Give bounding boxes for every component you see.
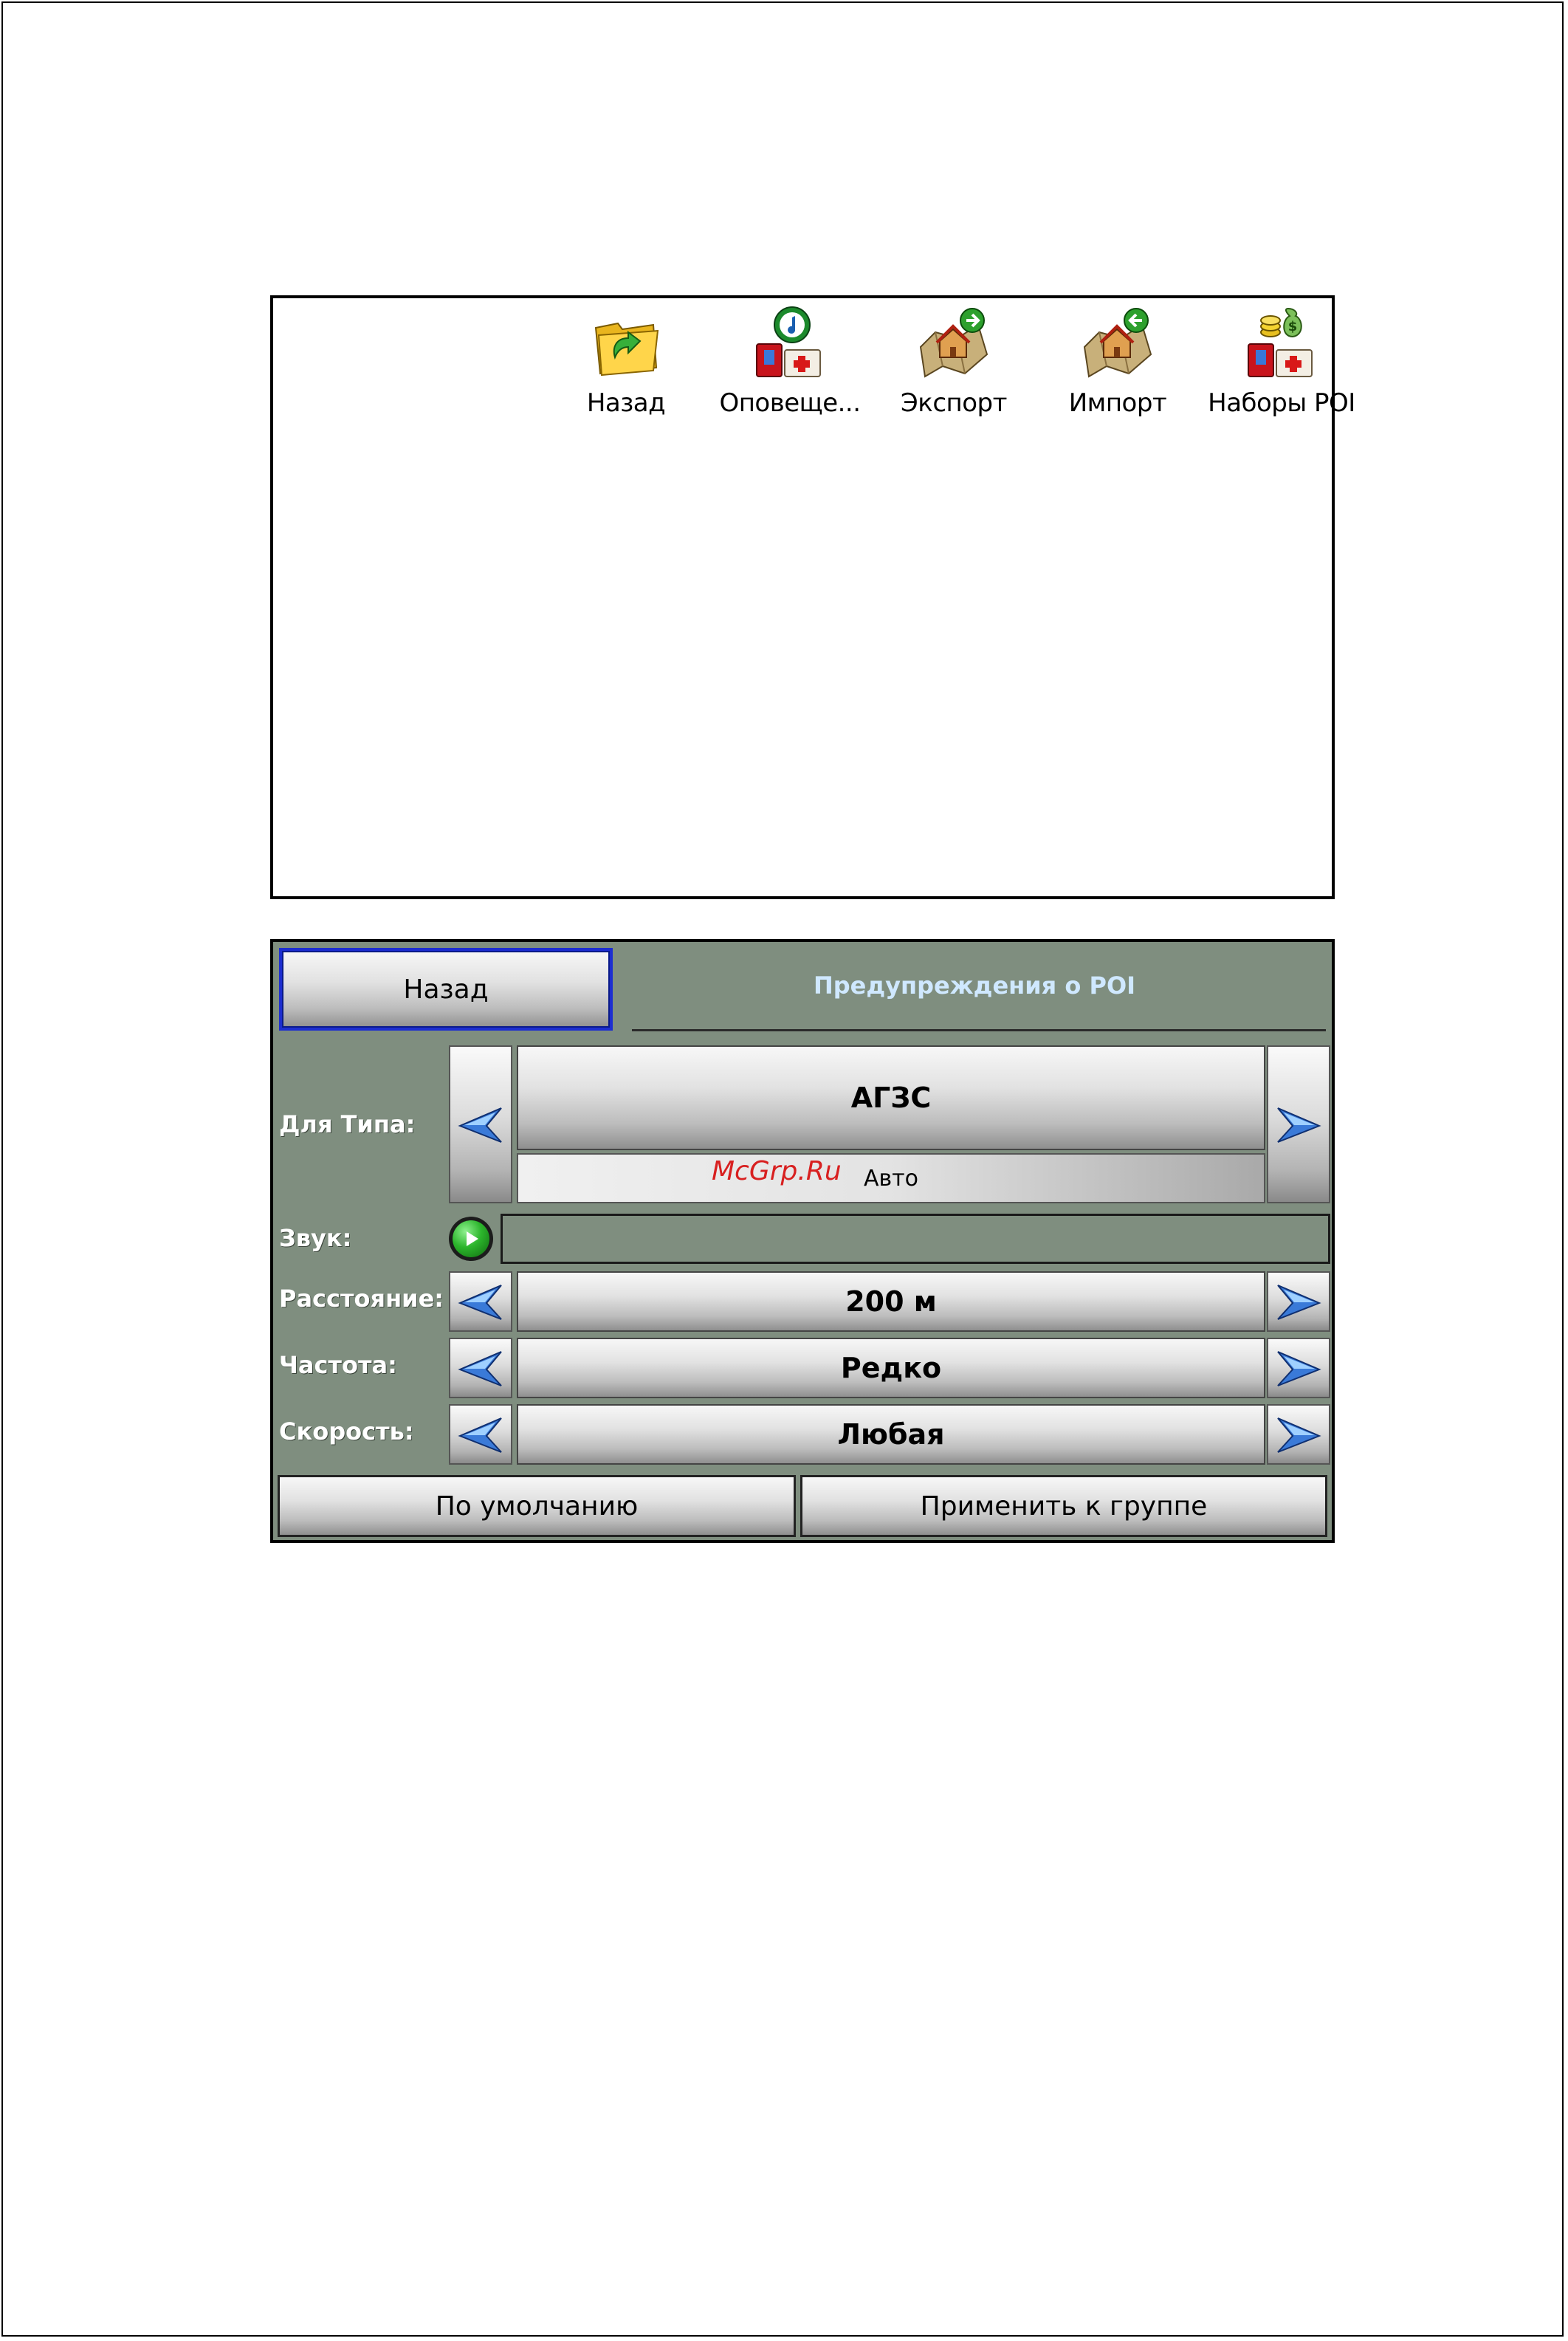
- distance-label: Расстояние:: [279, 1285, 444, 1313]
- menu-item-back[interactable]: Назад: [545, 303, 707, 428]
- sound-field[interactable]: [501, 1214, 1330, 1264]
- frequency-next-button[interactable]: [1267, 1338, 1330, 1398]
- type-label: Для Типа:: [279, 1110, 416, 1138]
- type-value[interactable]: АГЗС: [517, 1045, 1265, 1150]
- poi-alert-icon: [756, 306, 821, 377]
- menu-label-export: Экспорт: [901, 388, 1007, 418]
- poi-warnings-screen: Назад Предупреждения о POI Для Типа: АГЗ…: [270, 939, 1335, 1543]
- sound-play-button[interactable]: [449, 1217, 493, 1261]
- arrow-right-icon: [1277, 1417, 1321, 1453]
- arrow-left-icon: [458, 1417, 502, 1453]
- frequency-value[interactable]: Редко: [517, 1338, 1265, 1398]
- map-export-icon: [919, 308, 988, 378]
- frequency-prev-button[interactable]: [449, 1338, 512, 1398]
- arrow-left-icon: [458, 1351, 502, 1386]
- poi-sets-icon: $: [1248, 307, 1313, 377]
- menu-item-export[interactable]: Экспорт: [873, 303, 1035, 428]
- title-divider: [632, 1029, 1326, 1031]
- svg-text:$: $: [1288, 319, 1298, 334]
- menu-item-import[interactable]: Импорт: [1036, 303, 1199, 428]
- menu-label-poi-sets: Наборы POI: [1208, 388, 1355, 418]
- speed-value[interactable]: Любая: [517, 1404, 1265, 1465]
- speed-prev-button[interactable]: [449, 1404, 512, 1465]
- speed-next-button[interactable]: [1267, 1404, 1330, 1465]
- menu-item-alerts[interactable]: Оповеще...: [709, 303, 871, 428]
- speed-label: Скорость:: [279, 1417, 414, 1445]
- menu-item-poi-sets[interactable]: $ Наборы POI: [1200, 303, 1363, 428]
- arrow-left-icon: [458, 1285, 502, 1320]
- default-button[interactable]: По умолчанию: [278, 1475, 796, 1537]
- type-category: Авто: [517, 1153, 1265, 1203]
- back-button[interactable]: Назад: [279, 948, 613, 1031]
- map-import-icon: [1083, 308, 1152, 378]
- menu-label-alerts: Оповеще...: [719, 388, 861, 418]
- distance-next-button[interactable]: [1267, 1271, 1330, 1332]
- play-icon: [453, 1220, 489, 1257]
- menu-label-back: Назад: [586, 388, 666, 418]
- sound-label: Звук:: [279, 1224, 352, 1252]
- arrow-right-icon: [1277, 1351, 1321, 1386]
- poi-menu-screen: Назад Оповеще... Экспорт Импорт $ Наборы…: [270, 295, 1355, 899]
- type-next-button[interactable]: [1267, 1045, 1330, 1203]
- distance-value[interactable]: 200 м: [517, 1271, 1265, 1332]
- folder-back-icon: [594, 322, 659, 377]
- distance-prev-button[interactable]: [449, 1271, 512, 1332]
- arrow-left-icon: [458, 1107, 502, 1143]
- menu-label-import: Импорт: [1068, 388, 1167, 418]
- type-prev-button[interactable]: [449, 1045, 512, 1203]
- arrow-right-icon: [1277, 1107, 1321, 1143]
- apply-to-group-button[interactable]: Применить к группе: [800, 1475, 1327, 1537]
- frequency-label: Частота:: [279, 1351, 397, 1379]
- screen-title: Предупреждения о POI: [813, 972, 1136, 1000]
- arrow-right-icon: [1277, 1285, 1321, 1320]
